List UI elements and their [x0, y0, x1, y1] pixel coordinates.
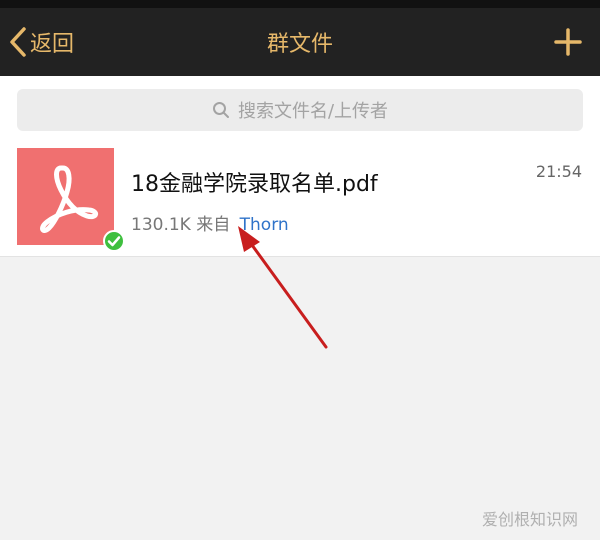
- watermark: 爱创根知识网: [481, 510, 578, 529]
- nav-bar: 返回 群文件: [0, 8, 600, 76]
- status-bar: [0, 0, 600, 8]
- plus-icon[interactable]: [554, 28, 582, 56]
- search-icon: [212, 102, 229, 118]
- search-input[interactable]: 搜索文件名/上传者: [17, 89, 583, 131]
- pdf-icon: [40, 165, 98, 233]
- check-icon: [103, 230, 125, 252]
- file-thumbnail: [17, 148, 114, 245]
- file-size: 130.1K: [131, 215, 191, 235]
- search-placeholder: 搜索文件名/上传者: [237, 101, 389, 122]
- file-name: 18金融学院录取名单.pdf: [131, 172, 378, 197]
- from-label: 来自: [196, 215, 231, 235]
- annotation-arrow-icon: [238, 226, 328, 349]
- page-title: 群文件: [266, 32, 333, 57]
- file-time: 21:54: [535, 162, 582, 181]
